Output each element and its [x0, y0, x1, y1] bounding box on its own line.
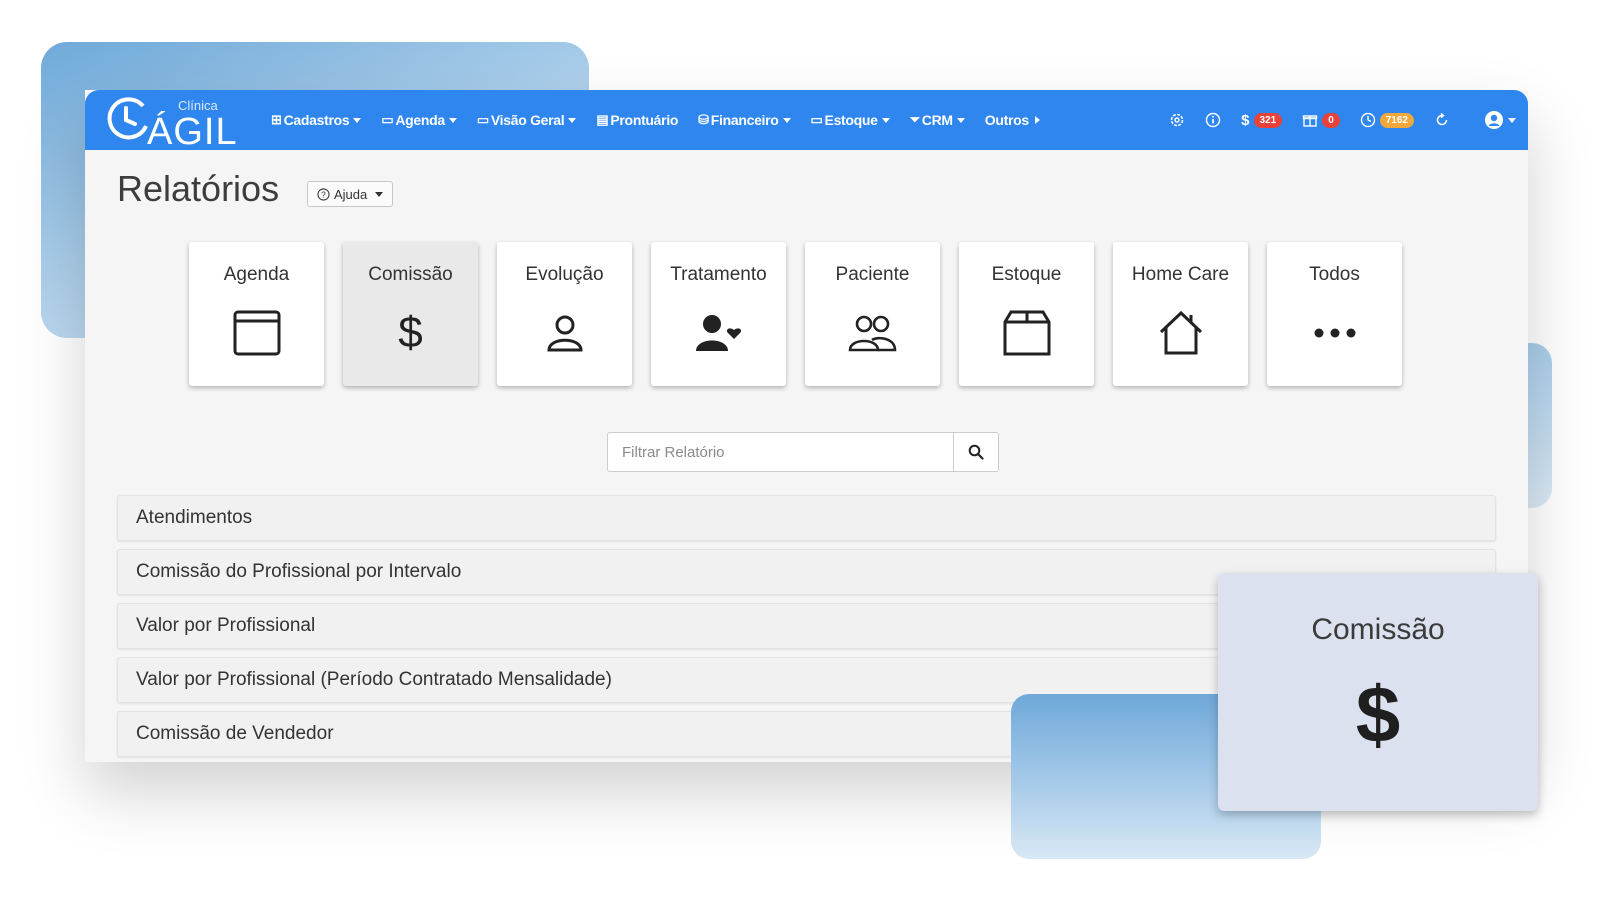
plus-square-icon: ⊞ — [271, 112, 282, 127]
category-label: Home Care — [1131, 264, 1230, 285]
calendar-icon: ▭ — [381, 112, 394, 127]
caret-down-icon — [353, 117, 362, 123]
finance-badge: 321 — [1253, 112, 1283, 128]
help-button[interactable]: ? Ajuda — [307, 181, 394, 207]
report-categories: Agenda Comissão $ Evolução Tratamento Pa… — [189, 242, 1421, 386]
gift-icon — [1302, 115, 1318, 127]
window-icon: ▭ — [476, 112, 489, 127]
caret-right-icon — [1034, 116, 1040, 124]
nav-estoque[interactable]: ▭ Estoque — [811, 112, 890, 128]
category-card-paciente[interactable]: Paciente — [805, 242, 940, 386]
category-card-comissao[interactable]: Comissão $ — [343, 242, 478, 386]
calendar-icon — [189, 308, 324, 358]
top-navbar: Clínica ÁGIL ⊞ Cadastros ▭ Agenda ▭ Visã… — [85, 90, 1528, 153]
info-icon — [1205, 112, 1221, 128]
caret-down-icon — [375, 191, 384, 197]
category-card-evolucao[interactable]: Evolução — [497, 242, 632, 386]
gear-icon — [1170, 113, 1184, 127]
zoomed-category-card: Comissão $ — [1218, 573, 1538, 811]
page-title: Relatórios — [117, 168, 280, 209]
money-icon: ⛁ — [698, 112, 709, 127]
info-button[interactable] — [1205, 112, 1221, 128]
logo-title: ÁGIL — [147, 111, 238, 153]
caret-down-icon — [1508, 117, 1516, 123]
clock-button[interactable]: 7162 — [1360, 112, 1414, 128]
nav-visao-geral[interactable]: ▭ Visão Geral — [476, 112, 577, 128]
report-filter-input[interactable] — [607, 432, 955, 472]
box-icon: ▭ — [810, 112, 823, 127]
category-card-estoque[interactable]: Estoque — [959, 242, 1094, 386]
category-label: Estoque — [991, 264, 1062, 285]
category-label: Agenda — [223, 264, 290, 285]
dollar-icon: $ — [343, 308, 478, 358]
dollar-icon: $ — [1241, 111, 1250, 129]
nav-prontuario[interactable]: ▤ Prontuário — [596, 112, 678, 128]
nav-outros-label: Outros — [984, 112, 1029, 128]
category-card-todos[interactable]: Todos — [1267, 242, 1402, 386]
user-circle-icon — [1485, 111, 1503, 129]
search-icon — [968, 444, 984, 460]
dollar-icon: $ — [1355, 670, 1401, 759]
nav-crm[interactable]: ⏷ CRM — [910, 112, 965, 128]
category-label: Comissão — [368, 264, 453, 285]
clock-logo-icon — [107, 97, 148, 140]
category-card-home-care[interactable]: Home Care — [1113, 242, 1248, 386]
clock-badge: 7162 — [1379, 112, 1414, 128]
gift-button[interactable]: 0 — [1302, 112, 1340, 128]
nav-cadastros-label: Cadastros — [283, 112, 350, 128]
dollar-glyph: $ — [398, 308, 423, 357]
box-icon — [959, 308, 1094, 358]
nav-cadastros[interactable]: ⊞ Cadastros — [271, 112, 362, 128]
user-heart-icon — [651, 308, 786, 358]
more-icon — [1267, 308, 1402, 358]
refresh-icon — [1436, 112, 1448, 126]
category-label: Paciente — [835, 264, 910, 285]
toolbar-right: $ 321 0 7162 — [1149, 90, 1516, 150]
filter-icon: ⏷ — [909, 112, 920, 127]
main-nav: ⊞ Cadastros ▭ Agenda ▭ Visão Geral ▤ Pro… — [271, 90, 1060, 150]
caret-down-icon — [448, 117, 457, 123]
document-icon: ▤ — [596, 112, 609, 127]
caret-down-icon — [881, 117, 890, 123]
report-item-atendimentos[interactable]: Atendimentos — [117, 495, 1496, 541]
help-button-label: Ajuda — [334, 186, 368, 202]
report-search — [607, 432, 999, 472]
category-label: Evolução — [525, 264, 604, 285]
settings-button[interactable] — [1169, 112, 1185, 128]
nav-prontuario-label: Prontuário — [610, 112, 679, 128]
question-icon: ? — [317, 187, 330, 201]
nav-financeiro[interactable]: ⛁ Financeiro — [698, 112, 791, 128]
clock-icon — [1360, 112, 1375, 128]
gift-badge: 0 — [1322, 112, 1340, 128]
user-icon — [497, 308, 632, 358]
finance-alert-button[interactable]: $ 321 — [1241, 111, 1283, 129]
nav-outros[interactable]: Outros — [985, 112, 1040, 128]
nav-agenda[interactable]: ▭ Agenda — [381, 112, 457, 128]
zoomed-card-label: Comissão — [1311, 613, 1445, 646]
nav-agenda-label: Agenda — [395, 112, 445, 128]
logo[interactable]: Clínica ÁGIL — [105, 94, 245, 153]
svg-text:?: ? — [321, 189, 326, 199]
nav-estoque-label: Estoque — [824, 112, 878, 128]
caret-down-icon — [956, 117, 965, 123]
search-button[interactable] — [954, 432, 999, 472]
category-label: Tratamento — [670, 264, 767, 285]
caret-down-icon — [782, 117, 791, 123]
user-menu-button[interactable] — [1484, 110, 1516, 130]
category-card-agenda[interactable]: Agenda — [189, 242, 324, 386]
category-label: Todos — [1309, 264, 1360, 285]
nav-financeiro-label: Financeiro — [710, 112, 779, 128]
nav-crm-label: CRM — [921, 112, 953, 128]
home-icon — [1113, 308, 1248, 358]
users-icon — [805, 308, 940, 358]
category-card-tratamento[interactable]: Tratamento — [651, 242, 786, 386]
caret-down-icon — [568, 117, 577, 123]
nav-visao-geral-label: Visão Geral — [490, 112, 565, 128]
refresh-button[interactable] — [1434, 112, 1450, 128]
